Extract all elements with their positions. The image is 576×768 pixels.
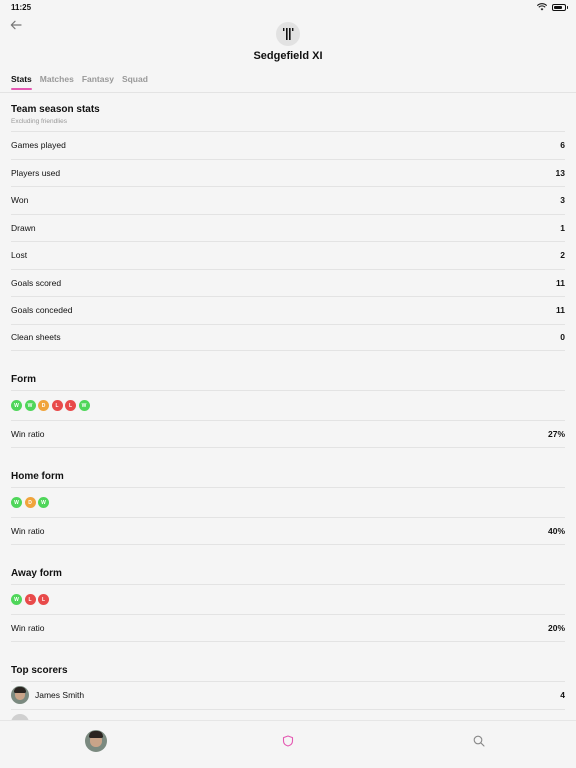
- stat-value: 0: [560, 332, 565, 343]
- result-pill: L: [65, 400, 76, 411]
- scorer-info: James Smith: [11, 686, 85, 705]
- win-ratio-label: Win ratio: [11, 622, 45, 633]
- player-name: James Smith: [35, 690, 85, 701]
- nav-profile[interactable]: [85, 730, 107, 752]
- stat-value: 13: [555, 167, 565, 178]
- team-crest-icon: [276, 22, 300, 46]
- stat-row: Goals scored 11: [11, 268, 565, 297]
- win-ratio-label: Win ratio: [11, 428, 45, 439]
- form-results: W L L: [11, 584, 565, 614]
- win-ratio-value: 40%: [547, 525, 565, 536]
- section-title: Home form: [11, 471, 64, 482]
- section-subtitle: Excluding friendlies: [11, 118, 68, 125]
- bottom-nav: [0, 720, 576, 768]
- result-pill: L: [38, 594, 49, 605]
- shield-icon: [282, 735, 294, 747]
- stat-row: Players used 13: [11, 158, 565, 187]
- section-title: Top scorers: [11, 665, 68, 676]
- stat-value: 3: [560, 195, 565, 206]
- stat-value: 11: [556, 277, 565, 288]
- season-stats-section: Team season stats Excluding friendlies G…: [11, 104, 565, 351]
- tab-stats[interactable]: Stats: [11, 74, 32, 90]
- result-pill: W: [11, 594, 22, 605]
- stats-list: Games played 6 Players used 13 Won 3 Drawn 1…: [11, 131, 565, 351]
- win-ratio-row: Win ratio 40%: [11, 517, 565, 545]
- tab-squad[interactable]: Squad: [122, 74, 148, 90]
- form-results: W W D L L W: [11, 390, 565, 420]
- battery-icon: [552, 3, 568, 11]
- win-ratio-value: 20%: [547, 622, 565, 633]
- wifi-icon: [537, 3, 547, 11]
- win-ratio-value: 27%: [547, 428, 565, 439]
- profile-avatar: [85, 730, 107, 752]
- nav-team[interactable]: [277, 730, 299, 752]
- result-pill: W: [11, 400, 22, 411]
- stat-label: Lost: [11, 250, 28, 261]
- back-arrow-icon[interactable]: [9, 18, 23, 32]
- stat-label: Games played: [11, 140, 66, 151]
- stat-value: 11: [556, 305, 565, 316]
- section-title: Away form: [11, 568, 62, 579]
- home-form-section: Home form W D W Win ratio 40%: [11, 471, 565, 545]
- stat-label: Players used: [11, 167, 61, 178]
- stats-content[interactable]: Team season stats Excluding friendlies G…: [11, 100, 565, 720]
- section-title: Team season stats: [11, 104, 100, 115]
- form-section: Form W W D L L W Win ratio 27%: [11, 374, 565, 448]
- stat-row: Goals conceded 11: [11, 296, 565, 324]
- stat-label: Clean sheets: [11, 332, 61, 343]
- win-ratio-row: Win ratio 20%: [11, 614, 565, 642]
- tab-bar: Stats Matches Fantasy Squad: [11, 74, 156, 90]
- search-icon: [473, 735, 485, 747]
- win-ratio-row: Win ratio 27%: [11, 420, 565, 448]
- stat-label: Goals scored: [11, 277, 62, 288]
- result-pill: W: [24, 400, 36, 411]
- scorer-row[interactable]: James Smith 4: [11, 681, 565, 709]
- status-time: 11:25: [11, 3, 32, 12]
- result-pill: D: [38, 400, 49, 411]
- player-avatar: [11, 686, 29, 705]
- result-pill: W: [78, 400, 90, 411]
- stat-row: Games played 6: [11, 131, 565, 159]
- tab-matches[interactable]: Matches: [40, 74, 74, 90]
- form-results: W D W: [11, 487, 565, 517]
- stat-value: 2: [560, 250, 565, 261]
- stat-label: Drawn: [11, 222, 36, 233]
- result-pill: W: [11, 497, 22, 508]
- result-pill: L: [24, 594, 36, 605]
- result-pill: W: [38, 497, 49, 508]
- stat-value: 1: [560, 222, 565, 233]
- win-ratio-label: Win ratio: [11, 525, 45, 536]
- team-name: Sedgefield XI: [253, 50, 323, 62]
- result-pill: L: [51, 400, 63, 411]
- status-icons: [537, 3, 568, 11]
- nav-search[interactable]: [468, 730, 490, 752]
- tab-fantasy[interactable]: Fantasy: [82, 74, 114, 90]
- scorer-row-partial[interactable]: [11, 708, 565, 720]
- player-goals: 4: [560, 690, 565, 701]
- stat-row: Lost 2: [11, 241, 565, 269]
- stat-label: Won: [11, 195, 29, 206]
- status-bar: 11:25: [0, 0, 576, 16]
- stat-label: Goals conceded: [11, 305, 73, 316]
- stat-row: Drawn 1: [11, 213, 565, 242]
- away-form-section: Away form W L L Win ratio 20%: [11, 568, 565, 642]
- top-scorers-section: Top scorers James Smith 4: [11, 665, 565, 720]
- stat-row: Won 3: [11, 186, 565, 214]
- stat-row: Clean sheets 0: [11, 323, 565, 351]
- tabs-divider: [0, 92, 576, 93]
- section-title: Form: [11, 374, 36, 385]
- stat-value: 6: [560, 140, 565, 151]
- result-pill: D: [24, 497, 36, 508]
